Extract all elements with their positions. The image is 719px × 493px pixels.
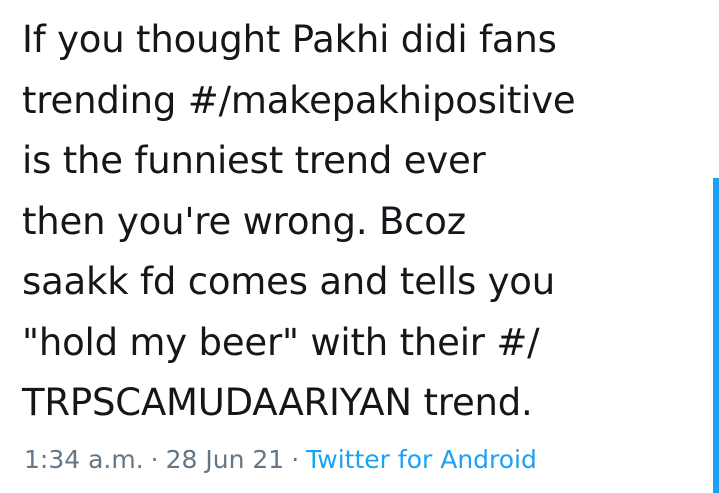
tweet-source-link[interactable]: Twitter for Android bbox=[306, 445, 537, 474]
scroll-indicator[interactable] bbox=[713, 178, 719, 493]
tweet-text-line: trending #/makepakhipositive bbox=[22, 78, 576, 122]
tweet-text-line: saakk fd comes and tells you bbox=[22, 260, 555, 303]
tweet-metadata: 1:34 a.m. · 28 Jun 21 · Twitter for Android bbox=[24, 440, 537, 480]
tweet-text: If you thought Pakhi didi fans trending … bbox=[22, 10, 702, 434]
tweet-timestamp[interactable]: 1:34 a.m. bbox=[24, 445, 144, 474]
meta-separator: · bbox=[150, 445, 159, 474]
tweet-text-line: TRPSCAMUDAARIYAN trend. bbox=[22, 381, 533, 424]
meta-separator: · bbox=[291, 445, 300, 474]
tweet-text-line: If you thought Pakhi didi fans bbox=[22, 18, 557, 61]
tweet-date[interactable]: 28 Jun 21 bbox=[166, 445, 285, 474]
tweet-container: If you thought Pakhi didi fans trending … bbox=[22, 10, 702, 434]
tweet-text-line: then you're wrong. Bcoz bbox=[22, 199, 466, 243]
tweet-text-line: "hold my beer" with their #/ bbox=[22, 320, 540, 364]
tweet-text-line: is the funniest trend ever bbox=[22, 139, 486, 182]
